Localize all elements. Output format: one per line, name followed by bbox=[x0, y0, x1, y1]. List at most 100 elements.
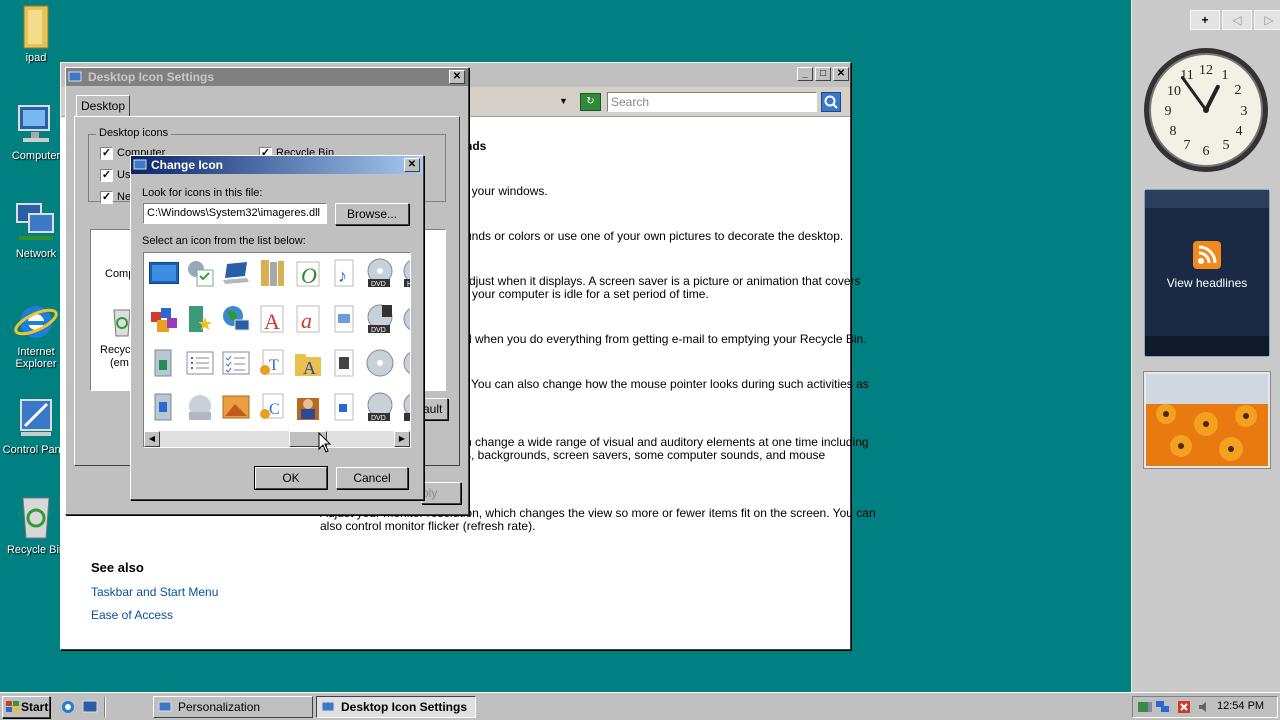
maximize-button[interactable]: □ bbox=[815, 67, 831, 81]
horizontal-scrollbar[interactable]: ◀ ▶ bbox=[144, 431, 410, 447]
desc-line: n change a wide range of visual and audi… bbox=[465, 435, 869, 449]
icon-font-certificate[interactable]: T bbox=[254, 345, 290, 381]
icon-pictures[interactable] bbox=[218, 389, 254, 425]
icon-list[interactable]: O ♪ DVD HD ★ A a DVD T A C DVD ◀ ▶ bbox=[143, 252, 411, 448]
network-tray-icon[interactable] bbox=[1155, 700, 1171, 714]
clock-gadget[interactable]: 12 12 345 678 91011 bbox=[1144, 46, 1270, 174]
scroll-left-button[interactable]: ◀ bbox=[144, 431, 160, 447]
taskbar-item-desktop-icon-settings[interactable]: Desktop Icon Settings bbox=[316, 696, 476, 718]
address-dropdown-icon[interactable]: ▼ bbox=[559, 96, 568, 106]
close-button[interactable]: ✕ bbox=[833, 67, 849, 81]
icon-list-doc[interactable] bbox=[182, 345, 218, 381]
start-button[interactable]: Start bbox=[2, 696, 50, 718]
svg-text:1: 1 bbox=[1222, 68, 1229, 83]
icon-font-a[interactable]: A bbox=[254, 301, 290, 337]
svg-text:★: ★ bbox=[197, 314, 213, 334]
window-app-icon bbox=[68, 71, 82, 82]
quick-launch-show-desktop-icon[interactable] bbox=[82, 699, 98, 715]
icon-library[interactable] bbox=[254, 255, 290, 291]
icon-hd-dvd[interactable]: HD bbox=[398, 255, 411, 291]
computer-icon bbox=[18, 105, 50, 142]
window-controls: _ □ ✕ bbox=[797, 67, 849, 81]
icon-dvd[interactable]: DVD bbox=[362, 255, 398, 291]
icon-music-note[interactable]: ♪ bbox=[326, 255, 362, 291]
windows-sidebar: + ◁ ▷ 12 1 2 345 678 9 10 11 View headlines bbox=[1131, 0, 1280, 692]
refresh-icon[interactable]: ↻ bbox=[580, 93, 601, 111]
icon-font-c[interactable]: C bbox=[254, 389, 290, 425]
close-button[interactable]: ✕ bbox=[449, 70, 465, 84]
icon-image-file[interactable] bbox=[326, 301, 362, 337]
scroll-right-button[interactable]: ▶ bbox=[394, 431, 410, 447]
icon-favorites-book[interactable]: ★ bbox=[182, 301, 218, 337]
icon-settings-checklist[interactable] bbox=[182, 255, 218, 291]
windows-logo-icon bbox=[6, 701, 19, 712]
icon-cd[interactable] bbox=[362, 345, 398, 381]
slideshow-gadget[interactable] bbox=[1143, 371, 1271, 469]
change-icon-dialog: Change Icon ✕ Look for icons in this fil… bbox=[130, 155, 424, 500]
preview-label-empty: (em bbox=[110, 357, 129, 369]
icon-disc[interactable] bbox=[398, 301, 410, 337]
flowers-photo bbox=[1146, 374, 1268, 466]
svg-text:7: 7 bbox=[1184, 138, 1191, 153]
file-path-input[interactable]: C:\Windows\System32\imageres.dll bbox=[143, 203, 327, 224]
icon-font-a-italic[interactable]: a bbox=[290, 301, 326, 337]
icon-font-o[interactable]: O bbox=[290, 255, 326, 291]
desktop-settings-icon bbox=[321, 701, 335, 712]
window-app-icon bbox=[133, 159, 147, 170]
svg-text:♪: ♪ bbox=[338, 266, 347, 286]
search-input[interactable]: Search bbox=[607, 92, 817, 112]
taskbar-item-personalization[interactable]: Personalization bbox=[153, 696, 313, 718]
apply-button[interactable]: ply bbox=[421, 482, 461, 504]
icon-cd-partial[interactable] bbox=[398, 345, 410, 381]
close-button[interactable]: ✕ bbox=[404, 158, 420, 172]
title-bar: Desktop Icon Settings bbox=[66, 68, 468, 86]
icon-user-folder[interactable] bbox=[290, 389, 326, 425]
browse-button[interactable]: Browse... bbox=[335, 203, 409, 225]
desktop-icon-ipad[interactable]: ipad bbox=[0, 4, 72, 64]
svg-text:A: A bbox=[303, 358, 316, 378]
icon-checklist[interactable] bbox=[218, 345, 254, 381]
svg-text:5: 5 bbox=[1223, 138, 1230, 153]
icon-network-globe[interactable] bbox=[218, 301, 254, 337]
next-page-button[interactable]: ▷ bbox=[1254, 10, 1280, 30]
cancel-button[interactable]: Cancel bbox=[336, 467, 408, 489]
users-files-checkbox[interactable]: ✓ bbox=[100, 169, 113, 182]
previous-page-button[interactable]: ◁ bbox=[1222, 10, 1252, 30]
minimize-button[interactable]: _ bbox=[797, 67, 813, 81]
desc-line: f your windows. bbox=[465, 184, 548, 198]
quick-launch-ie-icon[interactable] bbox=[60, 699, 76, 715]
sidebar-tray-icon[interactable] bbox=[1137, 700, 1153, 714]
svg-text:HD: HD bbox=[407, 281, 411, 288]
icon-dvd-movie[interactable]: DVD bbox=[362, 389, 398, 425]
icon-cabinet-blue[interactable] bbox=[146, 389, 182, 425]
icon-programs[interactable] bbox=[146, 301, 182, 337]
clock-time[interactable]: 12:54 PM bbox=[1217, 700, 1264, 712]
checkbox-label: Ne bbox=[117, 191, 132, 203]
svg-text:3: 3 bbox=[1241, 104, 1248, 119]
tab-desktop[interactable]: Desktop bbox=[76, 95, 130, 117]
icon-computer-install[interactable] bbox=[182, 389, 218, 425]
ease-of-access-link[interactable]: Ease of Access bbox=[91, 608, 173, 622]
taskbar-start-menu-link[interactable]: Taskbar and Start Menu bbox=[91, 585, 218, 599]
checkbox-label: Us bbox=[117, 169, 131, 181]
dialog-title: Change Icon bbox=[151, 158, 224, 172]
icon-disc-s[interactable] bbox=[398, 389, 410, 425]
add-gadget-button[interactable]: + bbox=[1190, 10, 1220, 30]
icon-desktop[interactable] bbox=[146, 255, 182, 291]
icon-font-folder[interactable]: A bbox=[290, 345, 326, 381]
icon-video-file[interactable] bbox=[326, 345, 362, 381]
icon-audio-file[interactable] bbox=[326, 389, 362, 425]
icon-file-cabinet[interactable] bbox=[146, 345, 182, 381]
recycle-bin-preview-icon bbox=[113, 309, 131, 337]
icon-laptop[interactable] bbox=[218, 255, 254, 291]
volume-icon[interactable] bbox=[1197, 700, 1213, 714]
search-icon[interactable] bbox=[821, 92, 841, 112]
feed-headlines-gadget[interactable]: View headlines bbox=[1144, 189, 1270, 357]
security-alert-icon[interactable] bbox=[1177, 700, 1193, 714]
svg-text:a: a bbox=[301, 308, 312, 333]
icon-dvd-video[interactable]: DVD bbox=[362, 301, 398, 337]
ok-button[interactable]: OK bbox=[254, 466, 328, 490]
network-checkbox[interactable]: ✓ bbox=[100, 191, 113, 204]
computer-checkbox[interactable]: ✓ bbox=[100, 147, 113, 160]
svg-text:12: 12 bbox=[1199, 63, 1213, 78]
